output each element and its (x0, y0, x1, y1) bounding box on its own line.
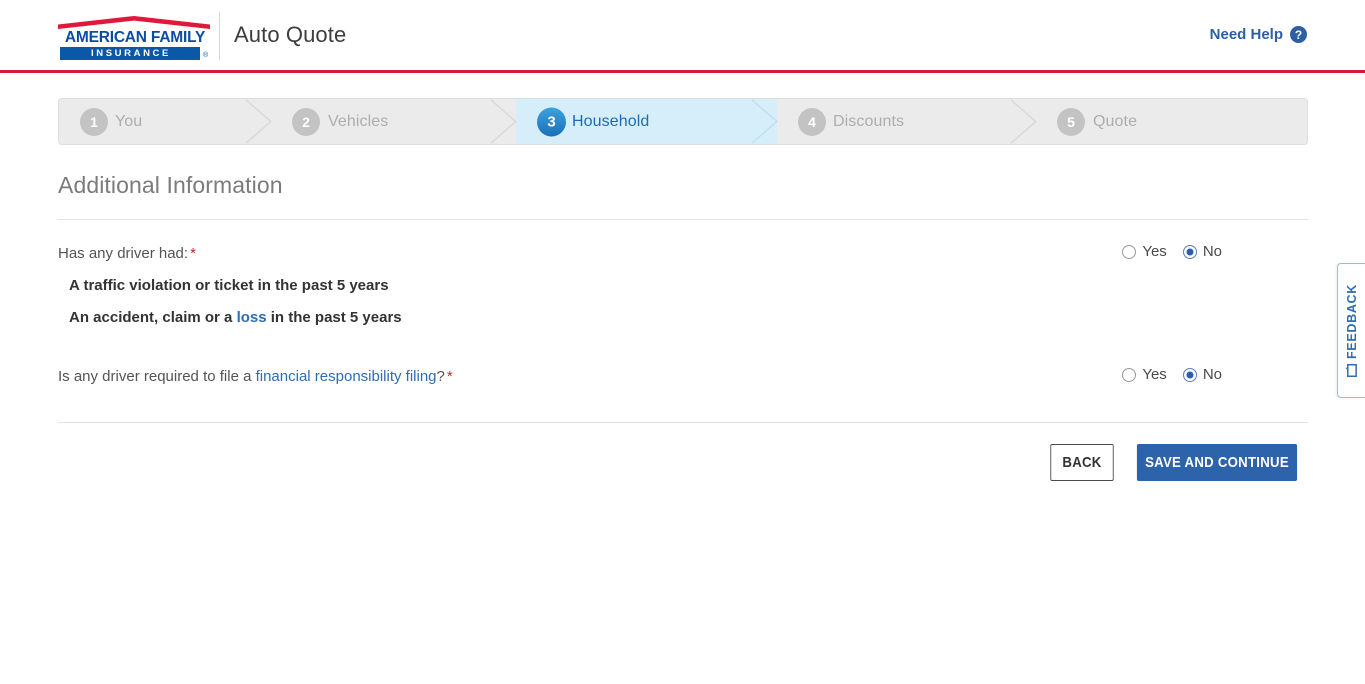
required-asterisk: * (188, 245, 196, 262)
step-label-vehicles: Vehicles (328, 113, 388, 131)
step-chevron-2 (491, 99, 517, 144)
header-accent-rule (0, 70, 1365, 73)
radio-label-yes: Yes (1142, 243, 1166, 260)
feedback-tab[interactable]: FEEDBACK (1337, 263, 1365, 398)
app-header: AMERICAN FAMILY INSURANCE ® Auto Quote N… (0, 0, 1365, 71)
step-item-vehicles[interactable]: 2 Vehicles (271, 99, 516, 144)
radio-yes-financial[interactable] (1122, 368, 1136, 382)
step-chevron-4 (1011, 99, 1037, 144)
need-help-link[interactable]: Need Help ? (1210, 26, 1307, 43)
step-number-5: 5 (1057, 108, 1085, 136)
question-prompt-financial: Is any driver required to file a financi… (58, 366, 1308, 388)
step-label-you: You (115, 113, 142, 131)
divider-bottom (58, 422, 1308, 423)
step-number-1: 1 (80, 108, 108, 136)
header-divider (219, 12, 220, 60)
radio-no-financial[interactable] (1183, 368, 1197, 382)
save-and-continue-button[interactable]: SAVE AND CONTINUE (1137, 444, 1297, 481)
step-item-you[interactable]: 1 You (59, 99, 271, 144)
step-chevron-1 (246, 99, 272, 144)
step-label-discounts: Discounts (833, 113, 904, 131)
form-actions: BACK SAVE AND CONTINUE (1046, 444, 1308, 481)
step-number-3: 3 (537, 107, 566, 136)
question-prompt-financial-before: Is any driver required to file a (58, 368, 256, 385)
comment-icon (1345, 364, 1358, 377)
radio-no-driver-history[interactable] (1183, 245, 1197, 259)
question-block-driver-history: Has any driver had:* A traffic violation… (58, 243, 1308, 329)
feedback-label: FEEDBACK (1345, 284, 1359, 359)
radio-label-yes-financial: Yes (1142, 366, 1166, 383)
back-button[interactable]: BACK (1050, 444, 1113, 481)
svg-text:?: ? (1295, 28, 1302, 42)
logo-registered-mark: ® (203, 52, 208, 59)
question-prompt: Has any driver had:* (58, 243, 1308, 265)
question-subitem-violation: A traffic violation or ticket in the pas… (69, 275, 1308, 297)
question-subitem-accident-before: An accident, claim or a (69, 309, 237, 326)
step-label-quote: Quote (1093, 113, 1137, 131)
step-item-discounts[interactable]: 4 Discounts (777, 99, 1036, 144)
radio-label-no-financial: No (1203, 366, 1222, 383)
radio-option-yes-financial[interactable]: Yes (1122, 366, 1166, 383)
logo-roof-icon (58, 16, 210, 30)
step-item-household[interactable]: 3 Household (516, 99, 777, 144)
question-circle-icon[interactable]: ? (1290, 26, 1307, 43)
question-prompt-financial-after: ? (437, 368, 445, 385)
step-number-4: 4 (798, 108, 826, 136)
section-title: Additional Information (58, 172, 283, 199)
loss-link[interactable]: loss (237, 309, 267, 326)
required-asterisk-financial: * (445, 368, 453, 385)
question-subitem-accident-after: in the past 5 years (267, 309, 402, 326)
logo-insurance-bar: INSURANCE (60, 47, 200, 60)
step-label-household: Household (572, 113, 649, 131)
question-subitem-accident: An accident, claim or a loss in the past… (69, 307, 1308, 329)
need-help-label: Need Help (1210, 26, 1283, 43)
progress-step-bar: 1 You 2 Vehicles 3 Household 4 Discounts… (58, 98, 1308, 145)
step-number-2: 2 (292, 108, 320, 136)
logo-text-insurance: INSURANCE (89, 47, 171, 60)
radio-label-no: No (1203, 243, 1222, 260)
radio-group-driver-history: Yes No (1122, 243, 1222, 260)
question-subitem-violation-text: A traffic violation or ticket in the pas… (69, 277, 389, 294)
divider-top (58, 219, 1308, 220)
financial-responsibility-filing-link[interactable]: financial responsibility filing (256, 368, 437, 385)
radio-yes-driver-history[interactable] (1122, 245, 1136, 259)
american-family-logo[interactable]: AMERICAN FAMILY INSURANCE ® (58, 16, 210, 56)
question-prompt-text: Has any driver had: (58, 245, 188, 262)
page-title-auto-quote: Auto Quote (234, 22, 346, 48)
question-block-financial-filing: Is any driver required to file a financi… (58, 366, 1308, 388)
radio-option-yes-driver-history[interactable]: Yes (1122, 243, 1166, 260)
step-item-quote[interactable]: 5 Quote (1036, 99, 1307, 144)
radio-option-no-financial[interactable]: No (1183, 366, 1222, 383)
logo-text-american-family: AMERICAN FAMILY (60, 30, 210, 46)
radio-option-no-driver-history[interactable]: No (1183, 243, 1222, 260)
step-chevron-3 (752, 99, 778, 144)
radio-group-financial-filing: Yes No (1122, 366, 1222, 383)
